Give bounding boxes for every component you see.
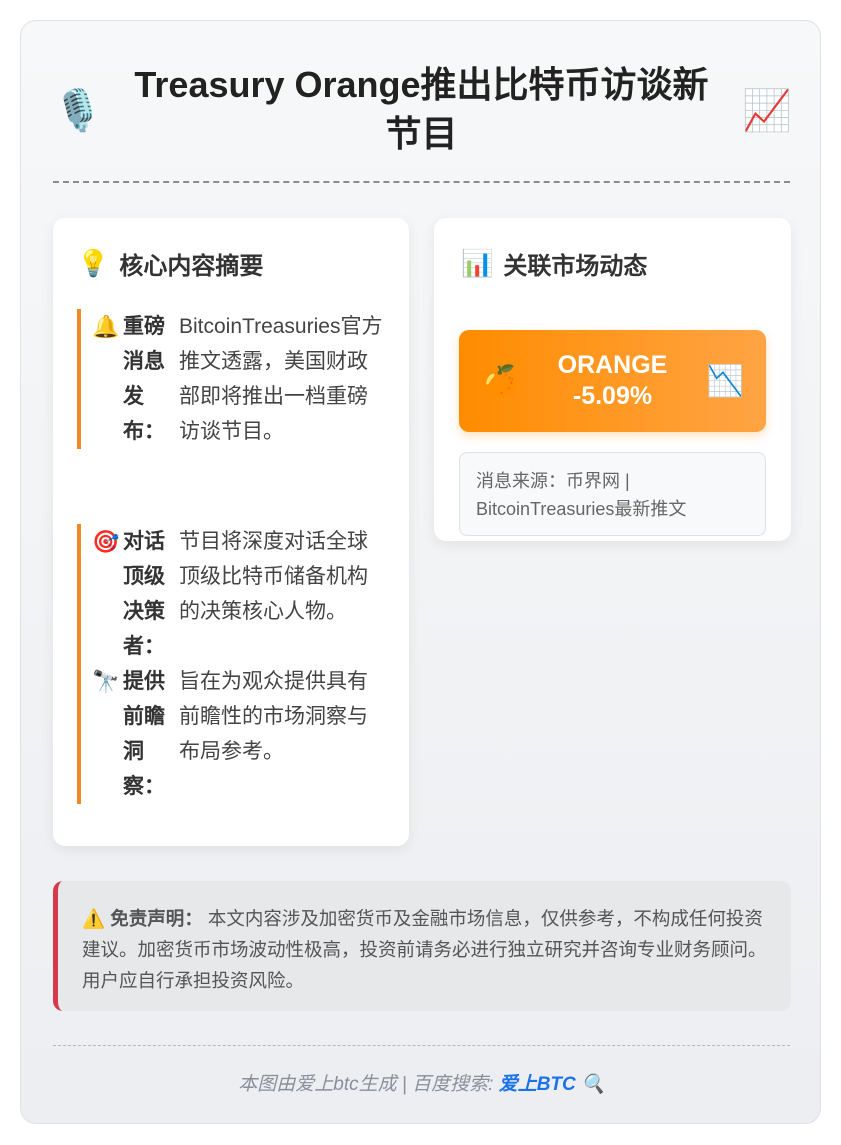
market-panel: 📊 关联市场动态 🍊 ORANGE -5.09% 📉 消息来源：币界网 | Bi… xyxy=(434,218,791,541)
bell-icon: 🔔 xyxy=(92,314,120,339)
point-text: 旨在为观众提供具有前瞻性的市场洞察与布局参考。 xyxy=(179,670,368,763)
point-label: 重磅消息发布： xyxy=(123,315,165,443)
summary-point: 🔭 提供前瞻洞察： 旨在为观众提供具有前瞻性的市场洞察与布局参考。 xyxy=(77,664,387,804)
ticker-info: ORANGE -5.09% xyxy=(558,350,668,412)
chart-decreasing-icon: 📉 xyxy=(706,364,744,398)
point-text: 节目将深度对话全球顶级比特币储备机构的决策核心人物。 xyxy=(179,530,368,623)
ticker-card: 🍊 ORANGE -5.09% 📉 xyxy=(459,330,766,432)
footer-divider xyxy=(53,1045,790,1046)
summary-panel: 💡 核心内容摘要 🔔 重磅消息发布： BitcoinTreasuries官方推文… xyxy=(53,218,409,846)
chart-increasing-icon: 📈 xyxy=(742,88,792,133)
telescope-icon: 🔭 xyxy=(92,669,120,694)
target-icon: 🎯 xyxy=(92,529,120,554)
footer-brand-link[interactable]: 爱上BTC xyxy=(499,1074,576,1095)
source-note: 消息来源：币界网 | BitcoinTreasuries最新推文 xyxy=(459,452,766,536)
point-text: BitcoinTreasuries官方推文透露，美国财政部即将推出一档重磅访谈节… xyxy=(179,315,383,443)
point-label: 对话顶级决策者： xyxy=(123,530,165,658)
ticker-symbol: ORANGE xyxy=(557,351,668,379)
disclaimer-label: 免责声明： xyxy=(110,908,203,929)
header-divider xyxy=(53,181,790,183)
market-heading: 📊 关联市场动态 xyxy=(461,246,647,280)
point-label: 提供前瞻洞察： xyxy=(123,670,165,798)
microphone-icon: 🎙️ xyxy=(53,88,103,133)
header: 🎙️ Treasury Orange推出比特币访谈新节目 📈 xyxy=(53,55,792,165)
lightbulb-icon: 💡 xyxy=(77,247,110,278)
orange-icon: 🍊 xyxy=(481,364,519,398)
summary-heading-text: 核心内容摘要 xyxy=(119,252,264,280)
warning-icon: ⚠️ xyxy=(82,908,106,929)
summary-point: 🎯 对话顶级决策者： 节目将深度对话全球顶级比特币储备机构的决策核心人物。 xyxy=(77,524,387,664)
bar-chart-icon: 📊 xyxy=(461,247,494,278)
ticker-change: -5.09% xyxy=(572,382,653,410)
poster-card: 🎙️ Treasury Orange推出比特币访谈新节目 📈 💡 核心内容摘要 … xyxy=(20,20,821,1124)
magnifier-icon: 🔍 xyxy=(581,1074,605,1095)
footer: 本图由爱上btc生成 | 百度搜索: 爱上BTC 🔍 xyxy=(53,1069,790,1096)
page-title: Treasury Orange推出比特币访谈新节目 xyxy=(134,64,709,154)
summary-heading: 💡 核心内容摘要 xyxy=(77,246,263,280)
summary-point: 🔔 重磅消息发布： BitcoinTreasuries官方推文透露，美国财政部即… xyxy=(77,309,387,449)
footer-prefix: 本图由爱上btc生成 | 百度搜索: xyxy=(238,1074,499,1095)
disclaimer-box: ⚠️ 免责声明： 本文内容涉及加密货币及金融市场信息，仅供参考，不构成任何投资建… xyxy=(53,881,791,1011)
market-heading-text: 关联市场动态 xyxy=(503,252,648,280)
